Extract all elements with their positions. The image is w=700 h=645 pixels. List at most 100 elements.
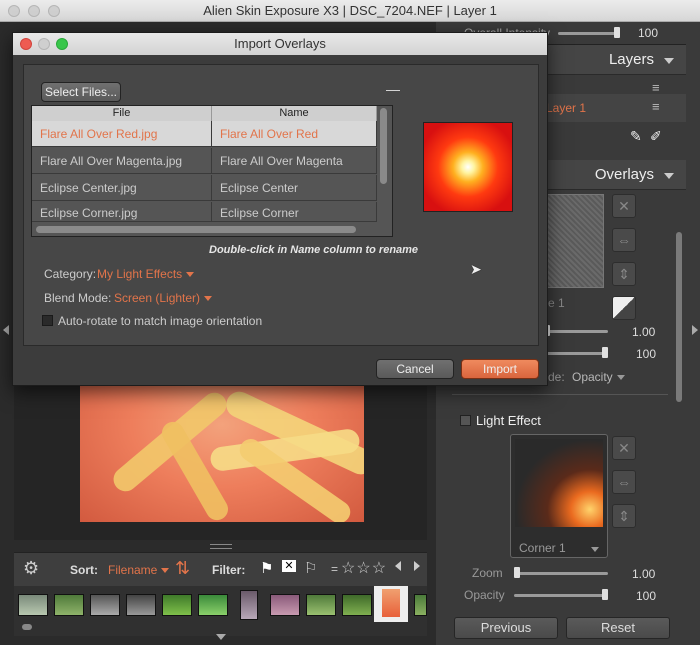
unflagged-icon[interactable]: ⚐	[304, 559, 317, 577]
minimize-window-button[interactable]	[28, 5, 40, 17]
sort-label: Sort:	[70, 563, 98, 577]
overlay-opacity-thumb[interactable]	[602, 347, 608, 358]
chevron-down-icon	[204, 296, 213, 302]
thumbnail[interactable]	[162, 594, 192, 616]
table-cell-file[interactable]: Flare All Over Magenta.jpg	[32, 148, 212, 174]
reject-flag-icon[interactable]: ✕	[282, 560, 296, 572]
table-cell-file[interactable]: Flare All Over Red.jpg	[32, 121, 212, 147]
autorotate-checkbox[interactable]	[42, 315, 53, 326]
chevron-down-icon	[591, 547, 599, 552]
table-cell-file[interactable]: Eclipse Corner.jpg	[32, 202, 212, 222]
filmstrip-scrollbar[interactable]	[22, 624, 32, 630]
paint-brush-icon[interactable]: ✐	[650, 128, 662, 145]
filmstrip	[14, 586, 427, 636]
table-vertical-scrollbar[interactable]	[380, 108, 387, 184]
flip-horizontal-icon[interactable]: ⇔	[612, 470, 636, 494]
select-files-button[interactable]: Select Files...	[41, 82, 121, 102]
filter-label: Filter:	[212, 563, 246, 577]
thumbnail[interactable]	[126, 594, 156, 616]
zoom-label: Zoom	[472, 566, 503, 580]
collapse-filmstrip-icon[interactable]	[216, 634, 226, 640]
scroll-right-icon[interactable]	[414, 561, 420, 571]
thumbnail[interactable]	[240, 590, 258, 620]
table-cell-name[interactable]: Flare All Over Red	[212, 121, 377, 147]
flip-horizontal-icon[interactable]: ⇔	[612, 228, 636, 252]
dialog-title-bar: Import Overlays	[13, 33, 547, 55]
zoom-dialog-button[interactable]	[56, 38, 68, 50]
chevron-down-icon	[161, 568, 170, 574]
column-header-name[interactable]: Name	[212, 106, 377, 121]
thumbnail[interactable]	[414, 594, 427, 616]
brush-icon[interactable]: ✎	[630, 128, 642, 145]
previous-button[interactable]: Previous	[454, 617, 558, 639]
zoom-window-button[interactable]	[48, 5, 60, 17]
overlay-blend-select[interactable]: Opacity	[572, 370, 625, 384]
autorotate-label: Auto-rotate to match image orientation	[58, 314, 263, 328]
close-icon[interactable]: ✕	[612, 194, 636, 218]
overlay-blend-value: Opacity	[572, 370, 613, 384]
sort-direction-icon[interactable]: ⇅	[175, 558, 190, 579]
cancel-button[interactable]: Cancel	[376, 359, 454, 379]
thumbnail[interactable]	[198, 594, 228, 616]
layers-title: Layers	[608, 51, 654, 68]
close-dialog-button[interactable]	[20, 38, 32, 50]
blend-mode-value: Screen (Lighter)	[114, 291, 201, 305]
table-horizontal-scrollbar[interactable]	[36, 226, 356, 233]
sort-select[interactable]: Filename	[108, 563, 170, 577]
cursor-icon: ➤	[470, 261, 482, 277]
collapse-right-panel-icon[interactable]	[692, 325, 698, 335]
menu-icon[interactable]: ≡	[652, 99, 660, 114]
collapse-left-panel-icon[interactable]	[3, 325, 9, 335]
collapse-icon[interactable]: —	[386, 81, 400, 97]
flip-vertical-icon[interactable]: ⇕	[612, 262, 636, 286]
invert-icon[interactable]	[612, 296, 636, 320]
star-rating-icon[interactable]: ☆☆☆	[341, 558, 387, 578]
overlay-blend-label: de:	[548, 370, 565, 384]
overlay-zoom-slider[interactable]	[544, 325, 608, 336]
light-effect-opacity-slider[interactable]	[514, 589, 608, 600]
thumbnail[interactable]	[306, 594, 336, 616]
overlay-frame-preview[interactable]	[544, 194, 604, 288]
thumbnail[interactable]	[270, 594, 300, 616]
flip-vertical-icon[interactable]: ⇕	[612, 504, 636, 528]
import-button[interactable]: Import	[461, 359, 539, 379]
table-cell-name[interactable]: Flare All Over Magenta	[212, 148, 377, 174]
menu-icon[interactable]: ≡	[652, 80, 660, 95]
table-cell-file[interactable]: Eclipse Center.jpg	[32, 175, 212, 201]
overall-intensity-value: 100	[638, 26, 659, 40]
resize-handle[interactable]	[210, 544, 232, 549]
chevron-down-icon	[664, 58, 674, 64]
thumbnail[interactable]	[18, 594, 48, 616]
reset-button[interactable]: Reset	[566, 617, 670, 639]
table-cell-name[interactable]: Eclipse Corner	[212, 202, 377, 222]
overlay-opacity-slider[interactable]	[544, 347, 608, 358]
overall-intensity-thumb[interactable]	[614, 27, 620, 38]
blend-mode-select[interactable]: Screen (Lighter)	[114, 291, 213, 305]
overall-intensity-slider[interactable]	[558, 27, 620, 38]
scroll-left-icon[interactable]	[395, 561, 401, 571]
gear-icon[interactable]: ⚙	[23, 558, 39, 579]
flag-icon[interactable]: ⚑	[260, 559, 273, 577]
light-effect-checkbox[interactable]	[460, 415, 471, 426]
chevron-down-icon	[616, 375, 625, 381]
panel-scrollbar[interactable]	[676, 232, 682, 402]
thumbnail[interactable]	[342, 594, 372, 616]
blend-mode-label: Blend Mode:	[44, 291, 112, 305]
thumbnail[interactable]	[90, 594, 120, 616]
sort-value: Filename	[108, 563, 158, 577]
close-window-button[interactable]	[8, 5, 20, 17]
thumbnail[interactable]	[54, 594, 84, 616]
light-effect-preset-name: Corner 1	[519, 541, 566, 555]
overlay-preview	[423, 122, 513, 212]
category-select[interactable]: My Light Effects	[97, 267, 195, 281]
column-header-file[interactable]: File	[32, 106, 212, 121]
light-effect-zoom-thumb[interactable]	[514, 567, 520, 578]
selected-thumbnail[interactable]	[374, 586, 408, 622]
light-effect-zoom-slider[interactable]	[514, 567, 608, 578]
light-effect-preset[interactable]: Corner 1	[510, 434, 608, 558]
minimize-dialog-button[interactable]	[38, 38, 50, 50]
table-cell-name[interactable]: Eclipse Center	[212, 175, 377, 201]
light-effect-opacity-thumb[interactable]	[602, 589, 608, 600]
rating-operator[interactable]: =	[331, 562, 338, 576]
close-icon[interactable]: ✕	[612, 436, 636, 460]
